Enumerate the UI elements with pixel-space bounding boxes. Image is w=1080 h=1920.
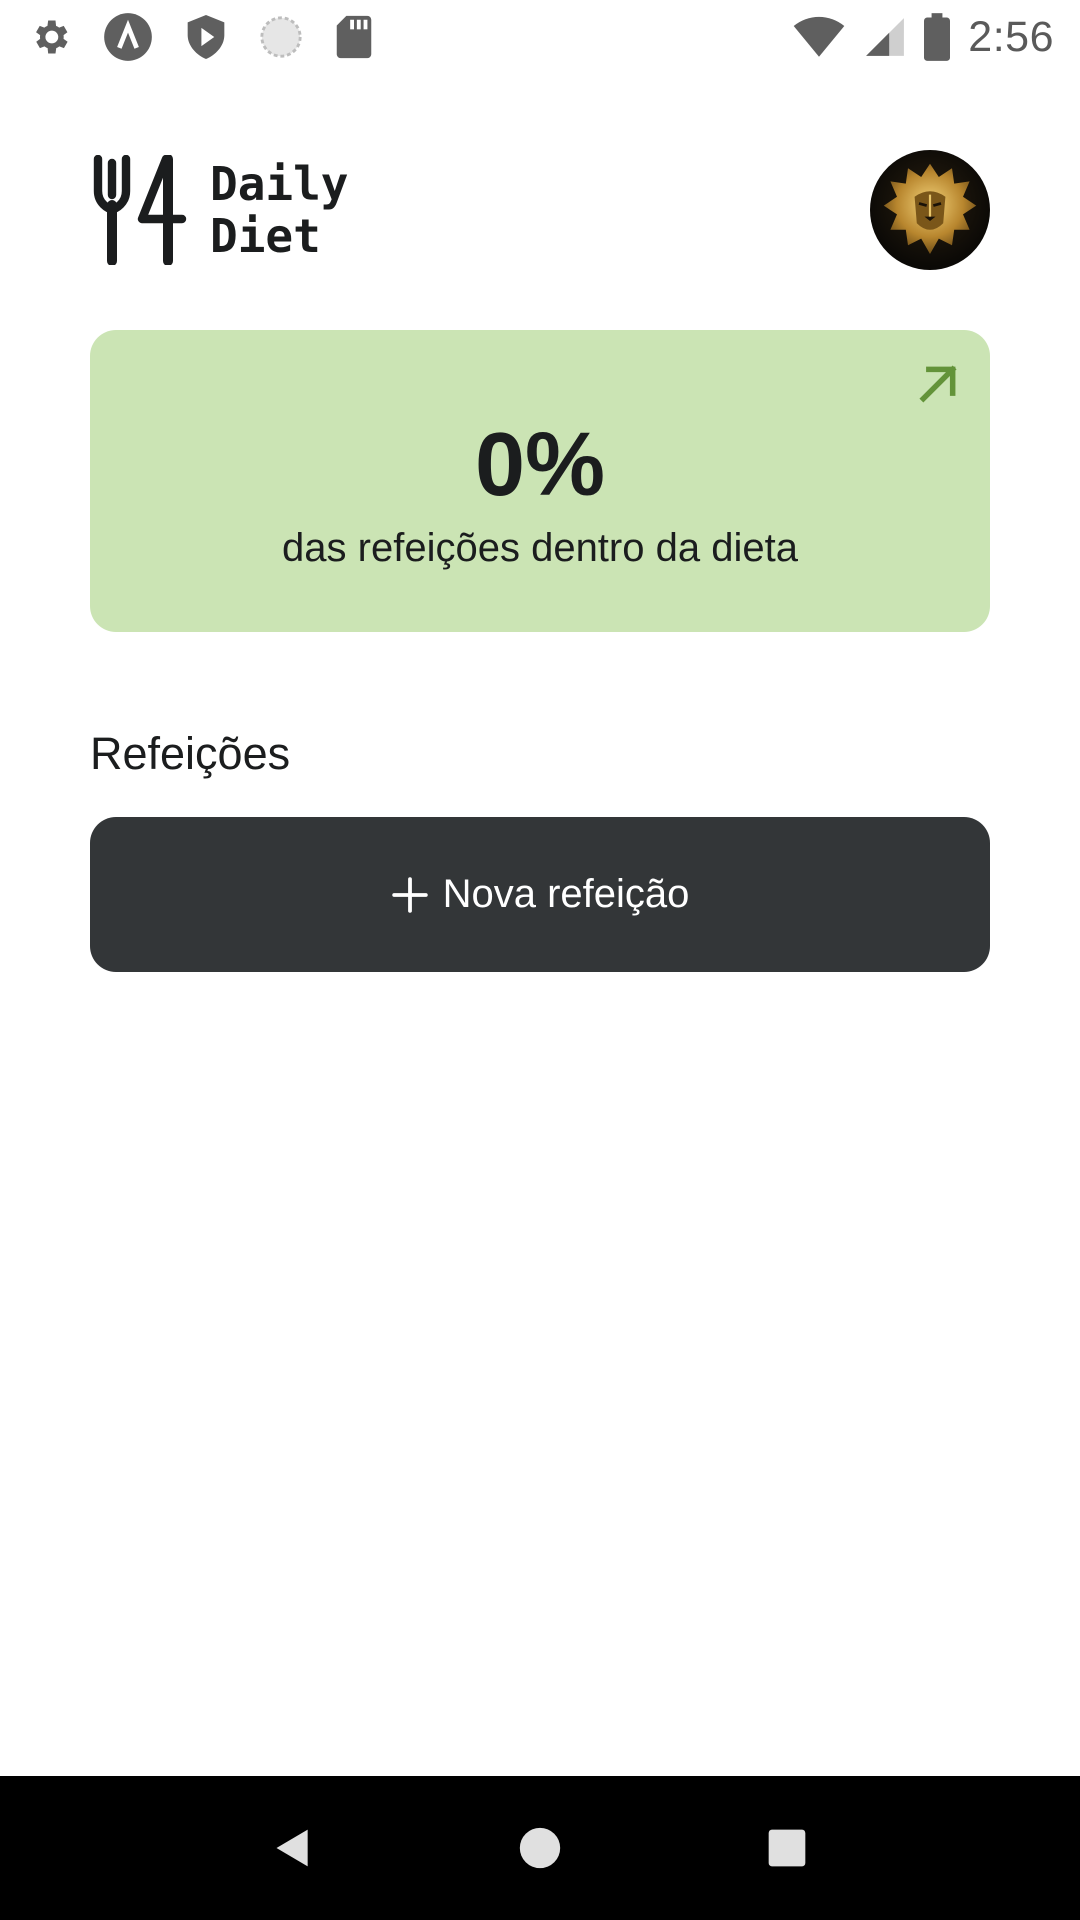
status-bar-right: 2:56 bbox=[774, 13, 1054, 62]
fork-knife-logo-icon bbox=[93, 155, 187, 265]
back-icon bbox=[276, 1829, 308, 1867]
shield-play-icon bbox=[187, 15, 225, 59]
nav-back-button[interactable] bbox=[253, 1808, 333, 1888]
cell-signal-icon bbox=[866, 18, 905, 56]
diet-stats-card[interactable]: 0% das refeições dentro da dieta bbox=[90, 330, 990, 632]
wifi-icon bbox=[793, 16, 845, 57]
system-nav-bar bbox=[0, 1776, 1080, 1920]
nav-recents-button[interactable] bbox=[747, 1808, 827, 1888]
home-icon bbox=[519, 1827, 561, 1869]
avatar[interactable] bbox=[870, 150, 990, 270]
diet-percentage-label: das refeições dentro da dieta bbox=[282, 526, 798, 570]
lion-avatar-icon bbox=[883, 163, 977, 254]
logo-line-diet: Diet bbox=[210, 209, 321, 263]
settings-icon bbox=[36, 20, 68, 54]
new-meal-button[interactable]: Nova refeição bbox=[90, 817, 990, 972]
recents-icon bbox=[768, 1829, 805, 1867]
screen: 2:56 Daily Diet 0% das refeições dentro … bbox=[0, 0, 1080, 1920]
logo-line-daily: Daily bbox=[210, 157, 349, 211]
status-bar-left bbox=[28, 11, 404, 63]
arrow-up-right-icon[interactable] bbox=[916, 362, 960, 406]
nav-home-button[interactable] bbox=[500, 1808, 580, 1888]
app-a-icon bbox=[104, 13, 152, 61]
header: Daily Diet bbox=[90, 148, 990, 272]
logo-text: Daily Diet bbox=[210, 158, 348, 262]
plus-icon bbox=[391, 876, 428, 913]
meals-section-title: Refeições bbox=[90, 728, 291, 779]
sd-card-icon bbox=[336, 15, 372, 59]
loading-circle-icon bbox=[260, 16, 302, 58]
status-bar: 2:56 bbox=[0, 0, 1080, 74]
diet-percentage: 0% bbox=[474, 415, 606, 515]
new-meal-button-label: Nova refeição bbox=[442, 872, 690, 916]
battery-icon bbox=[924, 13, 951, 61]
app-logo: Daily Diet bbox=[90, 155, 348, 265]
status-time: 2:56 bbox=[968, 12, 1054, 61]
